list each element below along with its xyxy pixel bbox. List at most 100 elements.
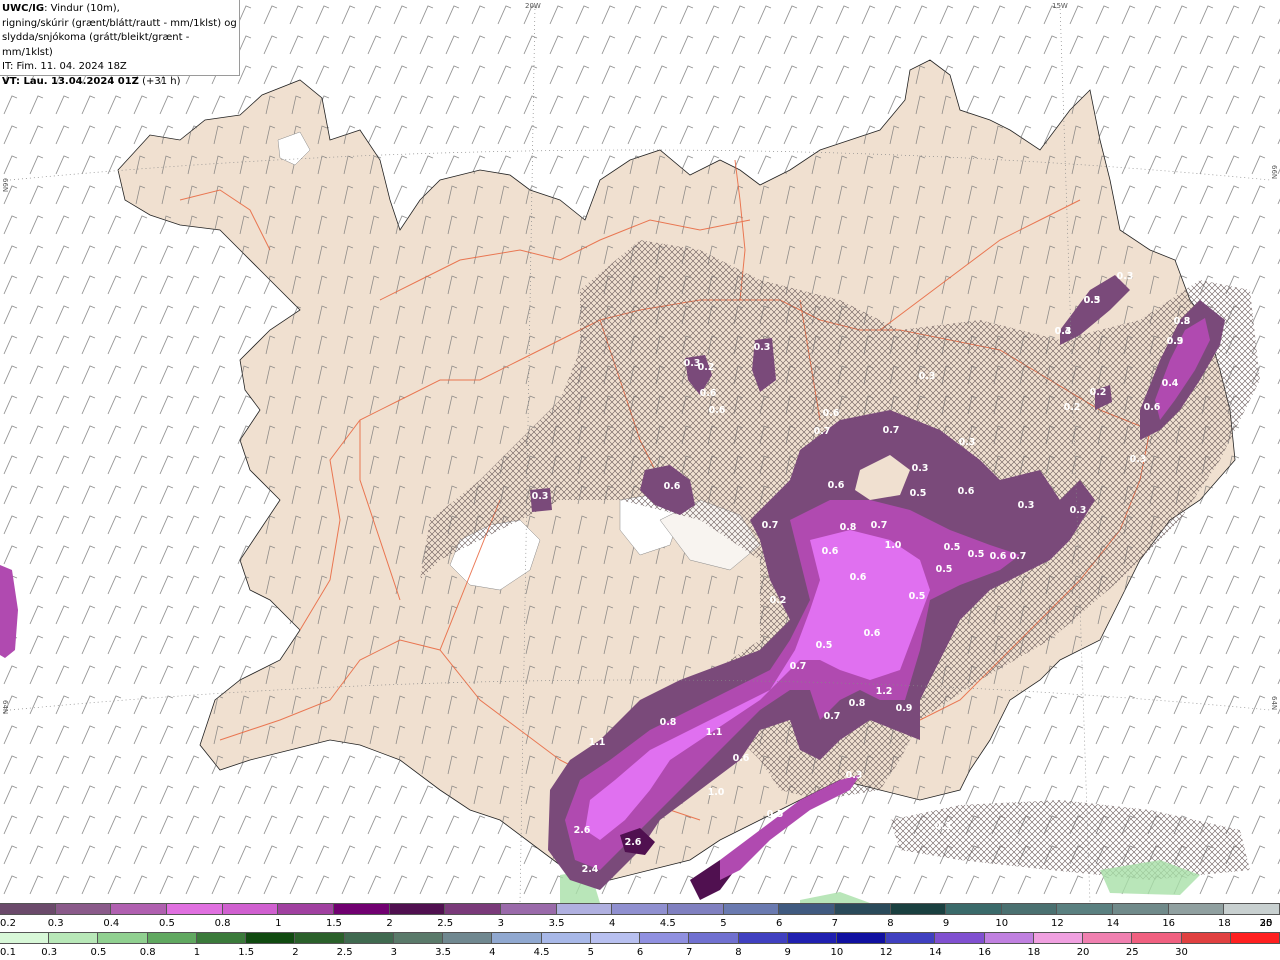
legend-swatch [1132, 932, 1182, 944]
legend-swatch [886, 932, 936, 944]
legend-tick-label: 5 [587, 947, 594, 958]
legend-swatch [344, 932, 394, 944]
legend-swatch [1113, 903, 1169, 915]
lat-64n-left-label: 64N [1, 700, 9, 714]
precip-value-label: 0.5 [816, 640, 833, 651]
legend-swatch [1001, 903, 1058, 915]
precip-value-label: 1.0 [885, 540, 902, 551]
legend-swatch [492, 932, 542, 944]
legend-tick-label: 2.5 [437, 918, 454, 929]
legend-swatch [946, 903, 1002, 915]
legend-tick-label: 0.8 [214, 918, 231, 929]
legend-tick-label: 14 [929, 947, 942, 958]
legend-tick-label: 9 [942, 918, 950, 929]
precip-value-label: 0.3 [1070, 505, 1087, 516]
precip-value-label: 0.2 [1090, 387, 1107, 398]
precip-value-label: 0.7 [762, 520, 779, 531]
legend-tick-label: 12 [1051, 918, 1064, 929]
precip-value-label: 0.6 [990, 551, 1007, 562]
precip-value-label: 0.6 [958, 486, 975, 497]
precip-value-label: 0.7 [883, 425, 900, 436]
title-line2: rigning/skúrir (grænt/blátt/rautt - mm/1… [2, 17, 237, 29]
legend-tick-label: 0.1 [0, 947, 16, 958]
precip-value-label: 0.6 [828, 480, 845, 491]
legend-tick-label: 0.5 [90, 947, 107, 958]
legend-swatch [55, 903, 112, 915]
precip-value-label: 0.2 [770, 595, 787, 606]
rain-legend-labels: 0.1 0.3 0.5 0.8 1 1.5 2 2.5 3 3.5 4 4.5 5 6 7 8 9 10 12 14 1… [0, 947, 1280, 958]
precip-value-label: 0.7 [1010, 551, 1027, 562]
precip-value-label: 1.1 [589, 737, 606, 748]
precip-value-label: 0.8 [660, 717, 677, 728]
legend-swatch [723, 903, 780, 915]
legend-swatch [1033, 932, 1084, 944]
map-info-box: UWC/IG: Vindur (10m), rigning/skúrir (gr… [0, 0, 240, 87]
legend-swatch [984, 932, 1034, 944]
legend-tick-label: 10 [995, 918, 1009, 929]
legend-swatch [111, 903, 167, 915]
rain-color-legend [0, 932, 1280, 946]
legend-tick-label: 4.5 [533, 947, 550, 958]
precip-value-label: 0.3 [532, 491, 549, 502]
legend-swatch [556, 903, 613, 915]
precip-value-label: 0.6 [709, 405, 726, 416]
precip-value-label: 1.0 [708, 787, 725, 798]
precip-value-label: 0.8 [840, 522, 857, 533]
precip-value-label: 0.7 [814, 426, 831, 437]
legend-swatch [1224, 903, 1280, 915]
legend-swatch [890, 903, 947, 915]
legend-tick-label: 4 [489, 947, 496, 958]
legend-swatch [612, 903, 668, 915]
legend-swatch [836, 932, 887, 944]
snowfall-color-legend [0, 903, 1280, 917]
lat-66n-left-label: 66N [1, 178, 9, 192]
legend-swatch [278, 903, 334, 915]
legend-tick-label: 3 [390, 947, 398, 958]
legend-tick-label: 18 [1217, 918, 1231, 929]
legend-tick-label: 4.5 [659, 918, 676, 929]
legend-tick-label: 30 [1259, 918, 1273, 929]
legend-tick-label: 0.2 [0, 918, 16, 929]
legend-tick-label: 1 [275, 918, 282, 929]
precip-value-label: 0.5 [944, 542, 961, 553]
legend-tick-label: 30 [1175, 947, 1188, 958]
legend-swatch [445, 903, 501, 915]
legend-tick-label: 0.5 [159, 918, 175, 929]
legend-swatch [500, 903, 557, 915]
precip-value-label: 0.7 [871, 520, 888, 531]
legend-swatch [393, 932, 444, 944]
legend-swatch [1230, 932, 1280, 944]
legend-tick-label: 18 [1027, 947, 1041, 958]
legend-swatch [640, 932, 690, 944]
precip-value-label: 0.9 [1167, 336, 1184, 347]
legend-swatch [295, 932, 345, 944]
precip-value-label: 0.4 [1055, 326, 1072, 337]
precip-value-label: 0.6 [822, 546, 839, 557]
forecast-offset: (+31 h) [138, 75, 181, 87]
precip-value-label: 0.8 [849, 698, 866, 709]
legend-swatch [787, 932, 837, 944]
legend-tick-label: 0.3 [47, 918, 64, 929]
legend-tick-label: 25 [1125, 947, 1139, 958]
precip-value-label: 2.6 [625, 837, 642, 848]
legend-tick-label: 16 [978, 947, 991, 958]
precip-value-label: 0.6 [700, 388, 717, 399]
precip-value-label: 0.2 [1064, 402, 1081, 413]
legend-tick-label: 1 [193, 947, 201, 958]
legend-swatch [779, 903, 835, 915]
legend-swatch [443, 932, 493, 944]
precip-value-label: 0.8 [1174, 316, 1191, 327]
legend-swatch [1057, 903, 1114, 915]
legend-tick-label: 2 [386, 918, 393, 929]
lon-15w-label: 15W [1052, 2, 1068, 10]
precip-value-label: 0.3 [935, 821, 952, 832]
legend-swatch [1083, 932, 1133, 944]
precip-value-label: 0.3 [754, 342, 771, 353]
legend-swatch [0, 932, 50, 944]
legend-swatch [246, 932, 296, 944]
legend-swatch [834, 903, 891, 915]
precip-value-label: 2.4 [582, 864, 599, 875]
precip-value-label: 0.5 [767, 809, 784, 820]
precip-value-label: 0.7 [824, 711, 841, 722]
legend-swatch [49, 932, 99, 944]
